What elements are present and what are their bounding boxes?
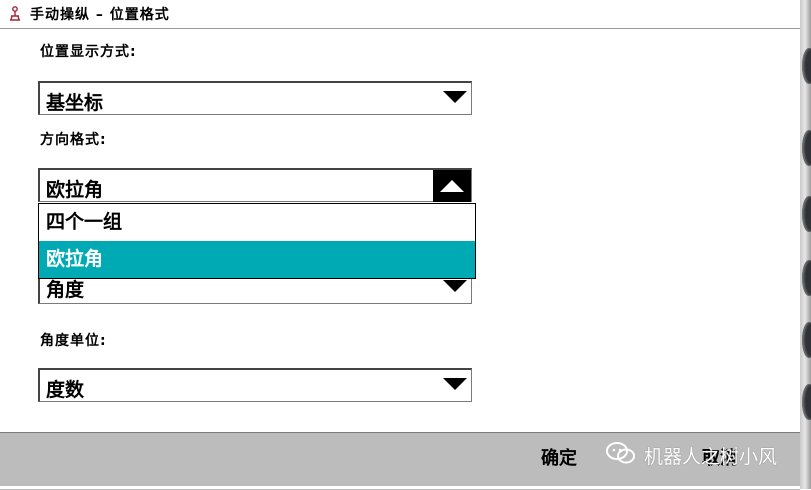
orientation-format-value: 欧拉角 bbox=[46, 179, 104, 201]
hardware-button bbox=[802, 48, 811, 84]
wechat-icon bbox=[606, 441, 636, 470]
chevron-up-icon[interactable] bbox=[433, 170, 471, 202]
title-bar: 手动操纵 – 位置格式 bbox=[0, 0, 800, 29]
angle-unit-value: 度数 bbox=[46, 379, 85, 401]
chevron-down-icon[interactable] bbox=[443, 91, 467, 103]
orientation-format-select[interactable]: 欧拉角 bbox=[38, 168, 472, 202]
hardware-button bbox=[802, 322, 811, 358]
chevron-down-icon[interactable] bbox=[443, 378, 467, 390]
position-display-value: 基坐标 bbox=[46, 92, 104, 114]
chevron-down-icon[interactable] bbox=[443, 280, 467, 292]
hardware-button bbox=[802, 260, 811, 296]
watermark-text: 机器人之树小风 bbox=[644, 445, 778, 468]
position-display-select[interactable]: 基坐标 bbox=[38, 81, 472, 115]
ok-button[interactable]: 确定 bbox=[533, 443, 585, 475]
watermark: 机器人之树小风 bbox=[606, 441, 778, 470]
hardware-button bbox=[802, 130, 811, 166]
dropdown-option-euler[interactable]: 欧拉角 bbox=[39, 241, 475, 278]
hardware-button bbox=[802, 196, 811, 232]
orientation-format-dropdown: 四个一组 欧拉角 bbox=[38, 203, 476, 279]
hardware-button bbox=[802, 384, 811, 420]
angle-display-value: 角度 bbox=[46, 279, 85, 301]
position-display-label: 位置显示方式: bbox=[40, 44, 137, 60]
robot-icon bbox=[6, 5, 24, 23]
angle-unit-label: 角度单位: bbox=[40, 333, 107, 349]
orientation-format-label: 方向格式: bbox=[40, 132, 107, 148]
window-title: 手动操纵 – 位置格式 bbox=[30, 7, 170, 23]
angle-unit-select[interactable]: 度数 bbox=[38, 368, 472, 402]
dropdown-option-quaternion[interactable]: 四个一组 bbox=[39, 204, 475, 241]
